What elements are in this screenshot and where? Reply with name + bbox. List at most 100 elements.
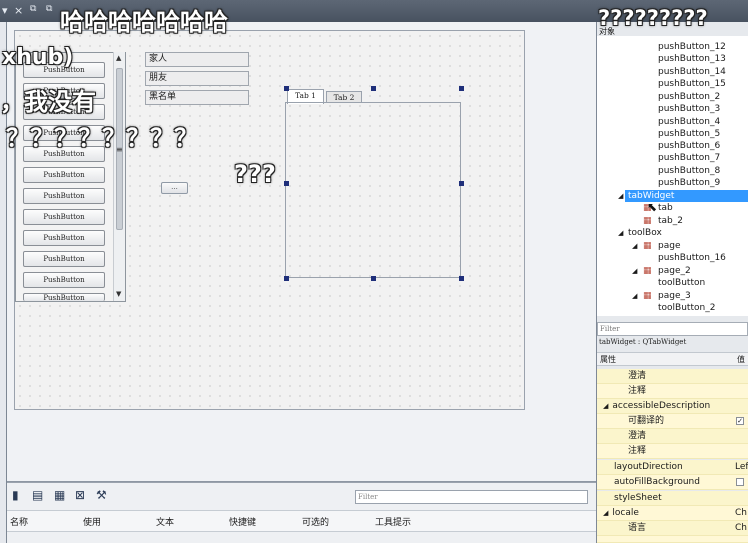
tree-item[interactable]: page_2 <box>658 265 691 277</box>
selection-handle[interactable] <box>459 276 464 281</box>
column-header-text[interactable]: 文本 <box>156 515 174 528</box>
tree-item[interactable]: pushButton_9 <box>658 177 720 189</box>
tree-item[interactable]: pushButton_8 <box>658 165 720 177</box>
selection-handle[interactable] <box>459 181 464 186</box>
close-icon[interactable]: × <box>14 4 23 17</box>
tab-widget-pane[interactable] <box>285 102 461 278</box>
tree-item[interactable]: pushButton_4 <box>658 116 720 128</box>
tree-item[interactable]: toolBox <box>628 227 662 239</box>
expand-arrow-icon[interactable]: ◢ <box>632 265 637 277</box>
property-name: 可翻译的 <box>628 416 665 426</box>
overlay-comment: ??? <box>234 160 276 188</box>
paste-action-icon[interactable]: ▦ <box>54 489 66 501</box>
selection-handle[interactable] <box>284 86 289 91</box>
tree-item[interactable]: pushButton_3 <box>658 103 720 115</box>
selection-handle[interactable] <box>459 86 464 91</box>
property-object-caption: tabWidget : QTabWidget <box>599 338 687 346</box>
property-value[interactable]: Lef <box>735 460 748 474</box>
copy-action-icon[interactable]: ▤ <box>32 489 44 501</box>
dropdown-arrow-icon[interactable]: ▾ <box>2 4 8 17</box>
property-name: accessibleDescription <box>612 401 711 411</box>
property-filter-input[interactable]: Filter <box>597 322 748 336</box>
tree-item[interactable]: tab_2 <box>658 215 683 227</box>
translatable-checkbox[interactable]: ✓ <box>736 417 744 425</box>
property-row[interactable]: ◢ locale Ch <box>597 506 748 521</box>
column-header-tooltip[interactable]: 工具提示 <box>375 515 411 528</box>
property-column-header[interactable]: 属性 <box>600 354 616 365</box>
selection-handle[interactable] <box>371 86 376 91</box>
toolbox-push-button[interactable]: PushButton <box>23 251 105 267</box>
toolbox-push-button[interactable]: PushButton <box>23 293 105 301</box>
tree-item[interactable]: pushButton_2 <box>658 91 720 103</box>
tree-item[interactable]: pushButton_5 <box>658 128 720 140</box>
tree-item[interactable]: toolButton <box>658 277 705 289</box>
dock-window-icon[interactable]: ⧉ <box>46 4 52 14</box>
tree-item[interactable]: pushButton_16 <box>658 252 726 264</box>
property-row[interactable]: layoutDirection Lef <box>597 460 748 475</box>
property-value[interactable]: Ch <box>735 506 747 520</box>
overlay-comment: ????????? <box>598 6 708 30</box>
expand-arrow-icon[interactable]: ◢ <box>597 509 608 517</box>
scroll-down-arrow-icon[interactable]: ▼ <box>116 290 121 298</box>
delete-action-icon[interactable]: ⊠ <box>75 489 87 501</box>
toolbox-push-button[interactable]: PushButton <box>23 167 105 183</box>
tree-item[interactable]: toolButton_2 <box>658 302 715 314</box>
tool-button[interactable]: ... <box>161 182 188 194</box>
selection-handle[interactable] <box>371 276 376 281</box>
property-row[interactable]: 澄清 <box>597 429 748 444</box>
tree-item[interactable]: pushButton_13 <box>658 53 726 65</box>
scroll-up-arrow-icon[interactable]: ▲ <box>116 54 121 62</box>
property-row[interactable]: 可翻译的 ✓ <box>597 414 748 429</box>
property-row[interactable]: ◢ accessibleDescription <box>597 399 748 414</box>
property-name: autoFillBackground <box>614 477 700 487</box>
tree-item[interactable]: pushButton_6 <box>658 140 720 152</box>
overlay-comment: ，我没有 <box>0 88 96 116</box>
value-column-header[interactable]: 值 <box>737 354 745 365</box>
blacklist-button[interactable]: 黑名单 <box>145 90 249 105</box>
tree-item[interactable]: tab <box>658 202 673 214</box>
tree-item[interactable]: pushButton_15 <box>658 78 726 90</box>
tree-item[interactable]: pushButton_12 <box>658 41 726 53</box>
float-window-icon[interactable]: ⧉ <box>30 4 36 14</box>
toolbox-push-button[interactable]: PushButton <box>23 230 105 246</box>
property-name: 澄清 <box>628 431 647 441</box>
tree-item[interactable]: page_3 <box>658 290 691 302</box>
expand-arrow-icon[interactable]: ◢ <box>632 290 637 302</box>
tree-item[interactable]: page <box>658 240 680 252</box>
overlay-comment: ？？？？？？？？ <box>6 124 198 152</box>
property-row[interactable] <box>597 536 748 543</box>
property-row[interactable]: 注释 <box>597 384 748 399</box>
property-name: layoutDirection <box>614 462 683 472</box>
page-icon: ▦ <box>643 216 652 226</box>
friends-button[interactable]: 朋友 <box>145 71 249 86</box>
property-value[interactable]: Ch <box>735 521 747 535</box>
toolbox-push-button[interactable]: PushButton <box>23 272 105 288</box>
property-row[interactable]: 注释 <box>597 444 748 459</box>
column-header-shortcut[interactable]: 快捷键 <box>229 515 256 528</box>
selection-handle[interactable] <box>284 181 289 186</box>
column-header-used[interactable]: 使用 <box>83 515 101 528</box>
page-icon: ▦ <box>643 291 652 301</box>
property-row[interactable]: styleSheet <box>597 491 748 506</box>
page-icon: ▦ <box>643 266 652 276</box>
expand-arrow-icon[interactable]: ◢ <box>618 227 623 239</box>
column-header-name[interactable]: 名称 <box>10 515 28 528</box>
property-row[interactable]: 澄清 <box>597 369 748 384</box>
auto-fill-checkbox[interactable] <box>736 478 744 486</box>
toolbox-push-button[interactable]: PushButton <box>23 188 105 204</box>
property-row[interactable]: 语言 Ch <box>597 521 748 536</box>
tree-item[interactable]: pushButton_14 <box>658 66 726 78</box>
selection-handle[interactable] <box>284 276 289 281</box>
new-action-icon[interactable]: ▮ <box>12 489 24 501</box>
action-filter-input[interactable]: Filter <box>355 490 588 504</box>
expand-arrow-icon[interactable]: ◢ <box>632 240 637 252</box>
property-row[interactable]: autoFillBackground <box>597 475 748 490</box>
expand-arrow-icon[interactable]: ◢ <box>618 190 623 202</box>
column-header-checkable[interactable]: 可选的 <box>302 515 329 528</box>
tree-item[interactable]: pushButton_7 <box>658 152 720 164</box>
expand-arrow-icon[interactable]: ◢ <box>597 402 608 410</box>
family-button[interactable]: 家人 <box>145 52 249 67</box>
overlay-comment: 哈哈哈哈哈哈哈 <box>60 8 228 36</box>
toolbox-push-button[interactable]: PushButton <box>23 209 105 225</box>
configure-action-icon[interactable]: ⚒ <box>96 489 108 501</box>
